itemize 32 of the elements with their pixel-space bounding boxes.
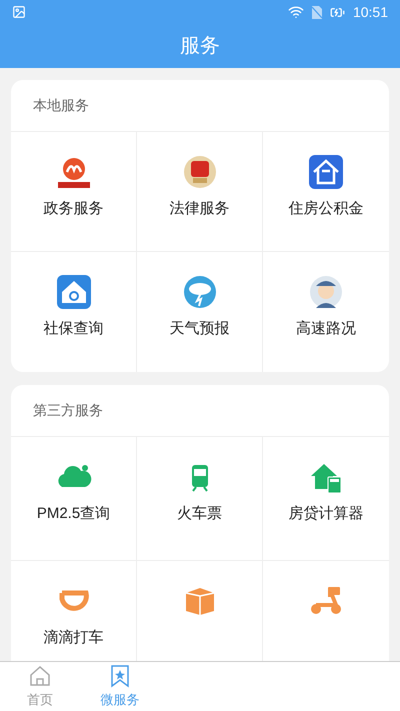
service-tile[interactable]: 政务服务 xyxy=(11,132,137,252)
service-label: 政务服务 xyxy=(44,199,104,219)
service-label: 房贷计算器 xyxy=(288,504,364,524)
image-icon xyxy=(12,5,26,19)
service-label: 社保查询 xyxy=(44,319,104,339)
status-time: 10:51 xyxy=(352,2,388,22)
service-label: 火车票 xyxy=(177,504,222,524)
service-tile[interactable]: 高速路况 xyxy=(263,252,389,372)
service-tile[interactable]: PM2.5查询 xyxy=(11,437,137,561)
no-sim-icon xyxy=(312,6,322,18)
service-tile[interactable]: 住房公积金 xyxy=(263,132,389,252)
officer-figure-icon xyxy=(308,274,344,310)
service-label: 滴滴打车 xyxy=(44,628,104,648)
service-tile[interactable]: 法律服务 xyxy=(137,132,263,252)
service-label: 高速路况 xyxy=(296,319,356,339)
house-icon xyxy=(56,274,92,310)
emblem-icon xyxy=(182,154,218,190)
section-title: 第三方服务 xyxy=(11,385,389,437)
service-tile[interactable]: 房贷计算器 xyxy=(263,437,389,561)
wifi-icon xyxy=(288,4,304,20)
house-icon xyxy=(308,154,344,190)
service-label: PM2.5查询 xyxy=(36,504,110,524)
service-tile[interactable]: 火车票 xyxy=(137,437,263,561)
home-icon xyxy=(28,664,52,688)
service-label: 天气预报 xyxy=(170,319,230,339)
service-tile[interactable]: 天气预报 xyxy=(137,252,263,372)
service-label: 住房公积金 xyxy=(288,199,364,219)
page-title: 服务 xyxy=(180,34,220,59)
service-tile[interactable]: 社保查询 xyxy=(11,252,137,372)
service-label: 法律服务 xyxy=(170,199,230,219)
storm-cloud-icon xyxy=(182,274,218,310)
section-title: 本地服务 xyxy=(11,80,389,132)
